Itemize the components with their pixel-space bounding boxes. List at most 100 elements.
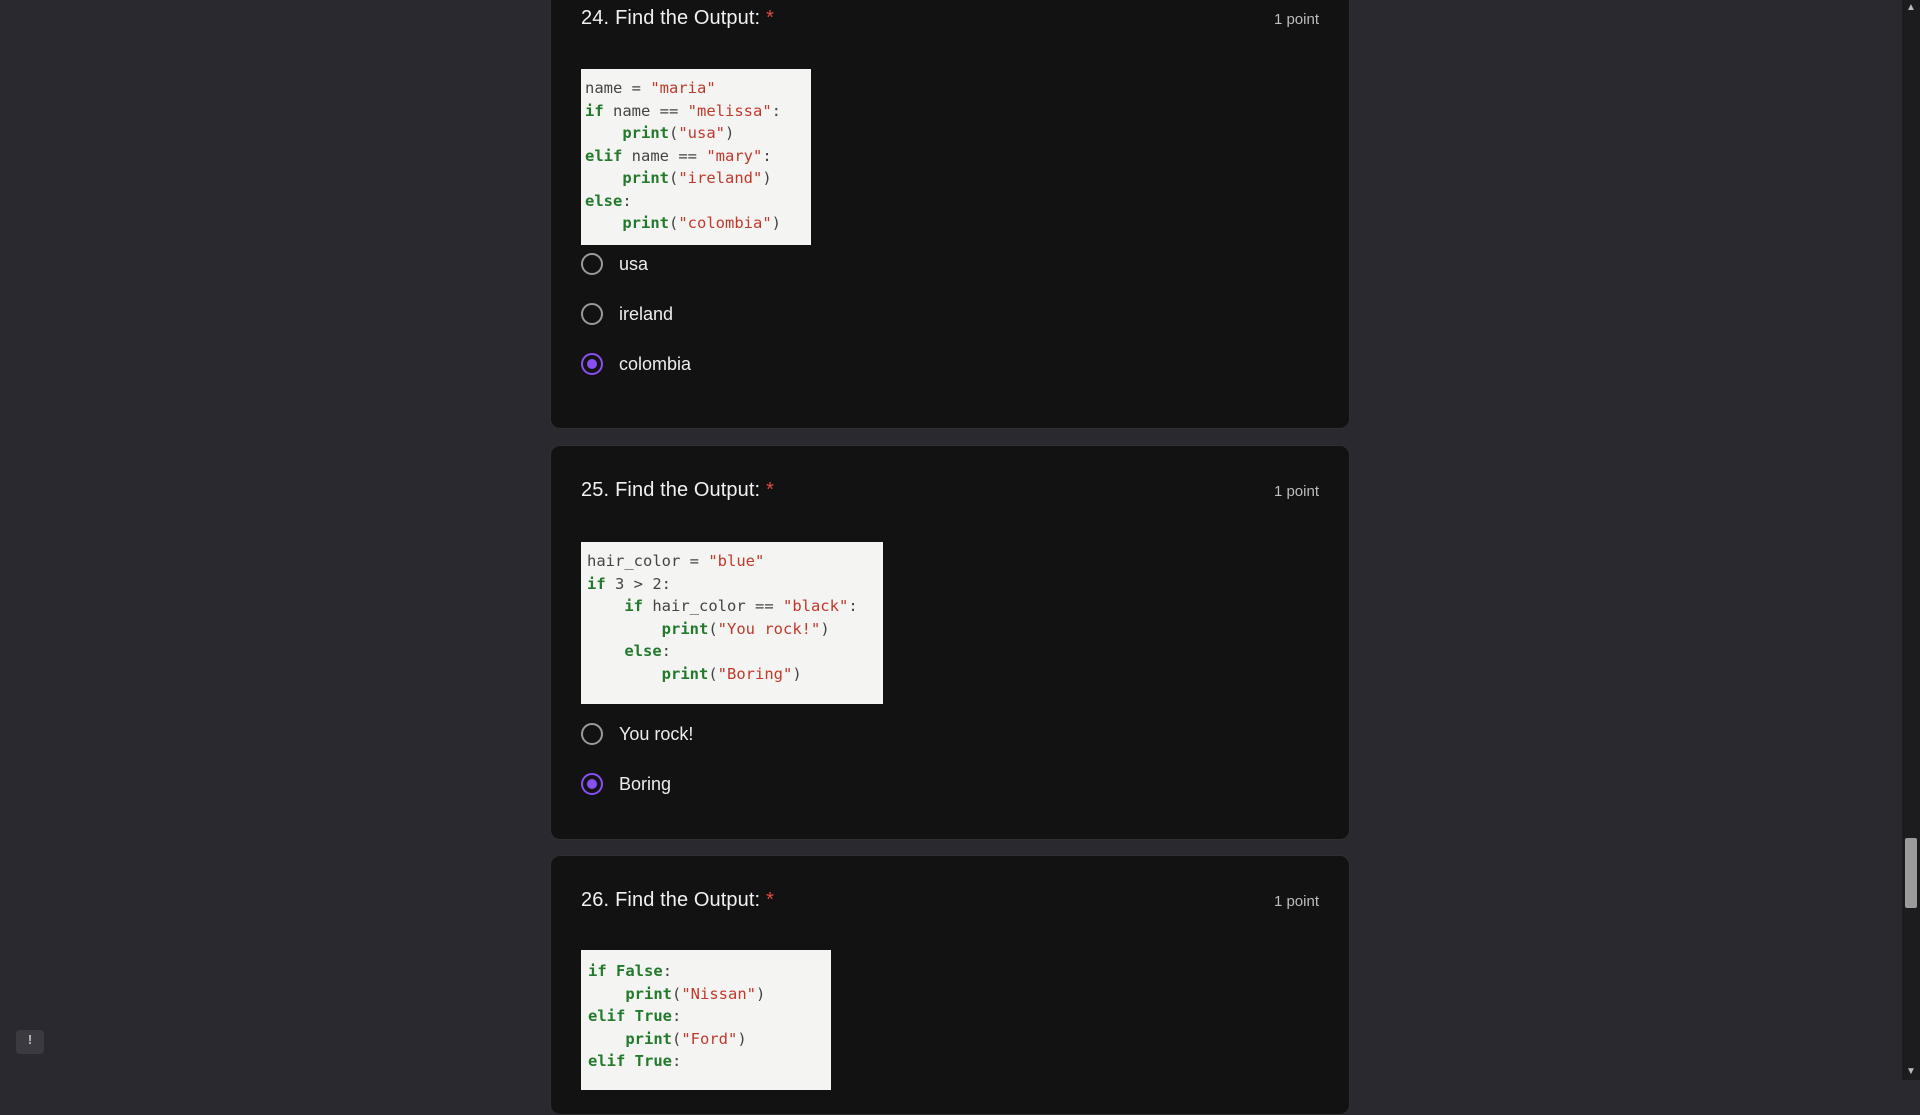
code-token: print	[622, 169, 669, 187]
radio-checked-icon[interactable]	[581, 353, 603, 375]
code-token: hair_color =	[587, 552, 709, 570]
code-token: "usa"	[678, 124, 726, 142]
code-token: (	[669, 214, 679, 232]
code-token: False	[616, 962, 663, 980]
radio-unchecked-icon[interactable]	[581, 253, 603, 275]
code-token: )	[756, 984, 766, 1003]
option-label: You rock!	[619, 723, 694, 744]
code-line: else:	[585, 190, 811, 213]
code-token: )	[792, 664, 802, 683]
code-token: )	[762, 169, 772, 187]
code-token: :	[771, 101, 782, 120]
code-token: elif	[588, 1007, 626, 1025]
code-token: "blue"	[708, 552, 765, 570]
option-usa[interactable]: usa	[581, 249, 648, 279]
code-image: if False: print("Nissan") elif True: prin…	[581, 950, 831, 1090]
radio-checked-icon[interactable]	[581, 773, 603, 795]
page-scrollbar[interactable]: ▲ ▼	[1902, 0, 1920, 1080]
code-line: if False:	[588, 960, 831, 983]
code-token: print	[622, 214, 669, 232]
code-token: "colombia"	[678, 214, 772, 232]
option-label: ireland	[619, 303, 674, 324]
code-token: if	[624, 597, 643, 615]
required-asterisk: *	[766, 889, 775, 911]
code-token: name ==	[603, 101, 688, 120]
radio-unchecked-icon[interactable]	[581, 723, 603, 745]
code-line: print("colombia")	[585, 212, 811, 235]
code-token: :	[672, 1007, 682, 1025]
option-label: usa	[619, 253, 649, 274]
code-token: :	[672, 1052, 682, 1070]
option-label: colombia	[619, 353, 692, 374]
code-token: print	[625, 1029, 672, 1048]
code-line: hair_color = "blue"	[587, 550, 883, 573]
question-text: Find the Output:	[615, 479, 761, 501]
code-token: "You rock!"	[717, 619, 821, 638]
code-token: elif	[585, 146, 623, 165]
scroll-down-arrow-icon[interactable]: ▼	[1902, 1064, 1920, 1080]
code-line: print("ireland")	[585, 167, 811, 190]
option-colombia[interactable]: colombia	[581, 349, 691, 379]
question-card-24: 24. Find the Output: * 1 point name = "mar…	[550, 0, 1350, 429]
code-token: (	[669, 169, 679, 187]
code-token: if	[588, 962, 607, 980]
code-token: "Boring"	[717, 664, 793, 683]
code-line: print("usa")	[585, 122, 811, 145]
code-token: if	[587, 574, 606, 593]
code-token: :	[662, 962, 673, 980]
code-token: (	[708, 619, 718, 638]
question-number: 26.	[581, 889, 610, 911]
form-column: 24. Find the Output: * 1 point name = "mar…	[550, 0, 1350, 1115]
code-token: True	[634, 1007, 672, 1025]
code-line: print("Boring")	[587, 663, 883, 686]
code-token: (	[672, 1029, 682, 1048]
question-title: 24. Find the Output: *	[581, 7, 774, 30]
question-title: 25. Find the Output: *	[581, 479, 774, 502]
code-image: name = "maria" if name == "melissa": prin…	[581, 69, 811, 245]
required-asterisk: *	[766, 479, 775, 501]
code-token: "ireland"	[678, 169, 763, 187]
code-token: print	[625, 984, 672, 1003]
question-card-26: 26. Find the Output: * 1 point if False: p…	[550, 855, 1350, 1115]
scrollbar-thumb[interactable]	[1905, 838, 1917, 908]
code-token: "Ford"	[681, 1029, 738, 1048]
code-token: "mary"	[706, 146, 763, 165]
code-token: :	[762, 146, 772, 165]
question-points: 1 point	[1273, 893, 1319, 910]
scroll-up-arrow-icon[interactable]: ▲	[1902, 0, 1920, 16]
code-line: elif name == "mary":	[585, 145, 811, 168]
question-number: 25.	[581, 479, 610, 501]
report-feedback-icon[interactable]	[16, 1030, 44, 1054]
code-token: "melissa"	[687, 101, 772, 120]
option-ireland[interactable]: ireland	[581, 299, 673, 329]
code-line: print("You rock!")	[587, 618, 883, 641]
question-title: 26. Find the Output: *	[581, 889, 774, 912]
question-card-25: 25. Find the Output: * 1 point hair_color …	[550, 445, 1350, 840]
question-points: 1 point	[1273, 483, 1319, 500]
radio-unchecked-icon[interactable]	[581, 303, 603, 325]
code-token: )	[737, 1029, 747, 1048]
option-label: Boring	[619, 773, 672, 794]
code-token: else	[585, 191, 623, 210]
code-token: if	[585, 101, 604, 120]
question-number: 24.	[581, 7, 610, 29]
question-text: Find the Output:	[615, 889, 761, 911]
option-you-rock[interactable]: You rock!	[581, 719, 693, 749]
required-asterisk: *	[766, 7, 775, 29]
option-boring[interactable]: Boring	[581, 769, 671, 799]
question-header: 24. Find the Output: * 1 point	[581, 7, 1319, 47]
code-token: )	[820, 619, 830, 638]
code-token: else	[624, 642, 662, 660]
code-line: name = "maria"	[585, 77, 811, 100]
code-token: "maria"	[650, 79, 716, 97]
code-token: elif	[588, 1052, 626, 1070]
